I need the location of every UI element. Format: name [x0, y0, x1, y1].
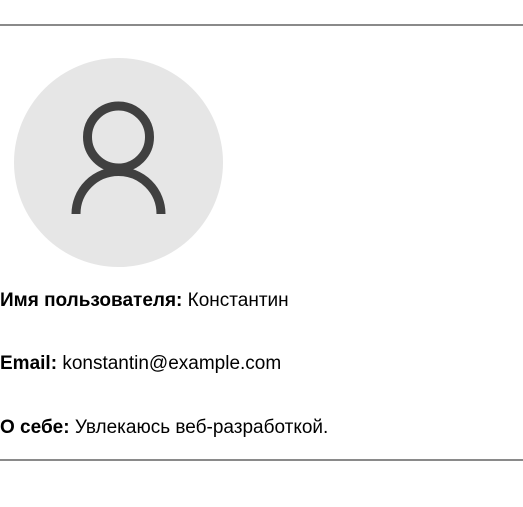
- bottom-divider: [0, 459, 523, 461]
- profile-page: Имя пользователя: Константин Email: kons…: [0, 0, 523, 507]
- username-value: Константин: [187, 290, 289, 311]
- email-row: Email: konstantin@example.com: [0, 353, 281, 375]
- about-label: О себе:: [0, 417, 70, 438]
- about-row: О себе: Увлекаюсь веб-разработкой.: [0, 417, 328, 439]
- username-label: Имя пользователя:: [0, 290, 183, 311]
- user-icon: [71, 101, 166, 215]
- top-divider: [0, 24, 523, 26]
- avatar: [14, 58, 223, 267]
- email-label: Email:: [0, 353, 58, 374]
- username-row: Имя пользователя: Константин: [0, 290, 289, 312]
- email-value: konstantin@example.com: [62, 353, 282, 374]
- about-value: Увлекаюсь веб-разработкой.: [74, 417, 329, 438]
